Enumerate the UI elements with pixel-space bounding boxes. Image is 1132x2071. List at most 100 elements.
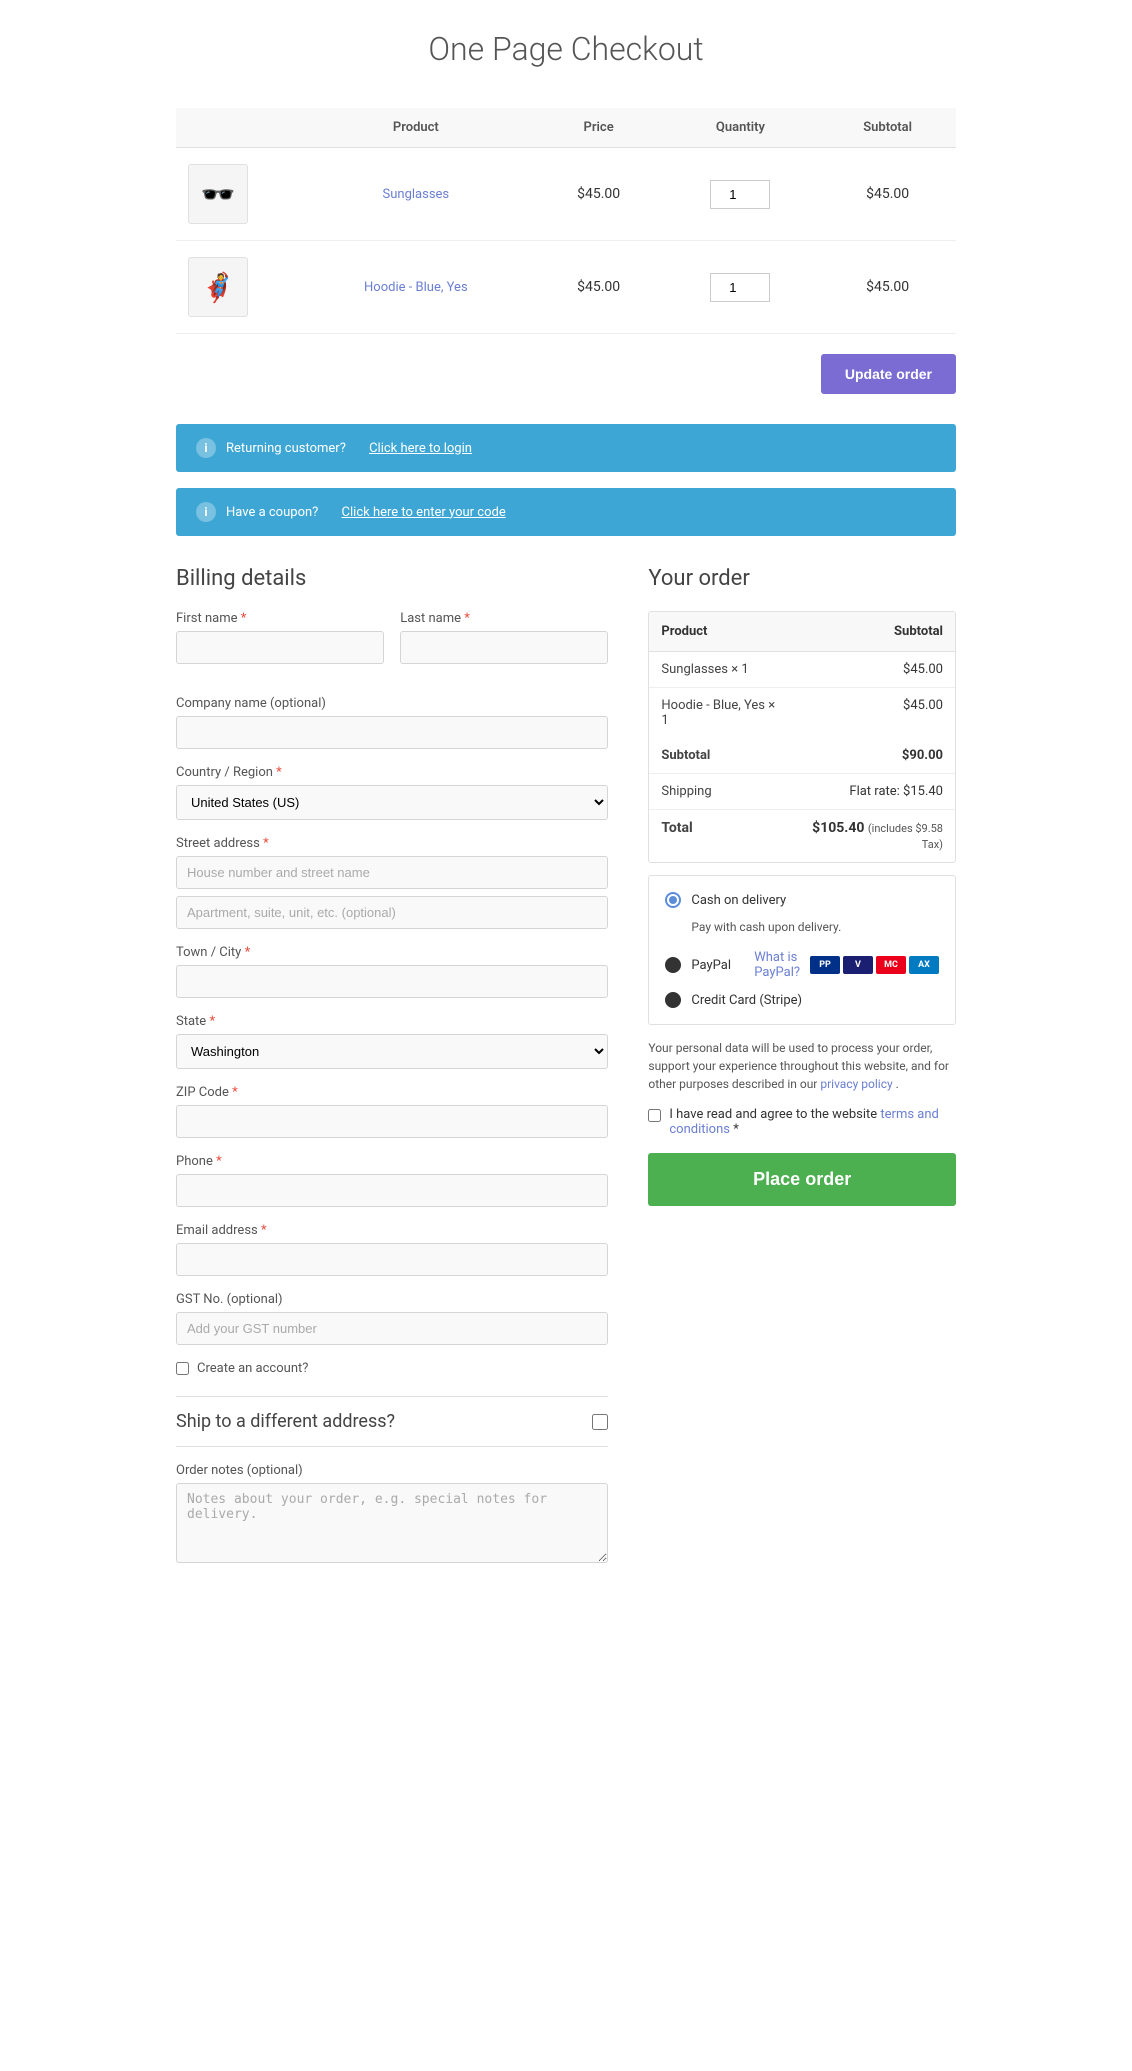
- order-item-subtotal: $45.00: [790, 652, 955, 688]
- terms-row: I have read and agree to the website ter…: [648, 1107, 956, 1137]
- email-label: Email address *: [176, 1223, 608, 1238]
- cart-item: 🦸 Hoodie - Blue, Yes $45.00 $45.00: [176, 241, 956, 334]
- info-icon-coupon: i: [196, 502, 216, 522]
- order-summary-table: Product Subtotal Sunglasses × 1 $45.00 H…: [649, 612, 955, 862]
- city-input[interactable]: [176, 965, 608, 998]
- country-group: Country / Region * United States (US)Can…: [176, 765, 608, 820]
- email-input[interactable]: [176, 1243, 608, 1276]
- subtotal-value: $90.00: [790, 738, 955, 774]
- col-header-quantity: Quantity: [662, 108, 820, 148]
- ship-section-title: Ship to a different address?: [176, 1411, 395, 1432]
- coupon-link[interactable]: Click here to enter your code: [342, 505, 506, 520]
- state-required: *: [209, 1014, 215, 1029]
- country-select[interactable]: United States (US)CanadaUnited KingdomAu…: [176, 785, 608, 820]
- returning-login-link[interactable]: Click here to login: [369, 441, 472, 456]
- place-order-button[interactable]: Place order: [648, 1153, 956, 1206]
- gst-input[interactable]: [176, 1312, 608, 1345]
- paypal-label: PayPal: [691, 958, 731, 973]
- col-header-product: Product: [296, 108, 536, 148]
- order-notes-label: Order notes (optional): [176, 1463, 608, 1478]
- order-item-name: Sunglasses × 1: [649, 652, 790, 688]
- shipping-label: Shipping: [649, 774, 790, 810]
- privacy-note: Your personal data will be used to proce…: [648, 1039, 956, 1093]
- create-account-row: Create an account?: [176, 1361, 608, 1376]
- phone-input[interactable]: [176, 1174, 608, 1207]
- last-name-input[interactable]: [400, 631, 608, 664]
- company-label: Company name (optional): [176, 696, 608, 711]
- first-name-required: *: [241, 611, 247, 626]
- paypal-icons: PP V MC AX: [810, 956, 939, 974]
- quantity-input[interactable]: [710, 180, 770, 209]
- paypal-icon-mc: MC: [876, 956, 906, 974]
- paypal-icon-pp: PP: [810, 956, 840, 974]
- zip-input[interactable]: [176, 1105, 608, 1138]
- product-image-cell: 🕶️: [188, 164, 284, 224]
- street-label: Street address *: [176, 836, 608, 851]
- last-name-label: Last name *: [400, 611, 608, 626]
- state-label: State *: [176, 1014, 608, 1029]
- company-input[interactable]: [176, 716, 608, 749]
- returning-text: Returning customer?: [226, 441, 346, 456]
- privacy-policy-link[interactable]: privacy policy: [820, 1077, 892, 1091]
- page-wrapper: One Page Checkout Product Price Quantity…: [156, 0, 976, 1643]
- page-title: One Page Checkout: [176, 30, 956, 68]
- total-value: $105.40 (includes $9.58 Tax): [790, 810, 955, 863]
- apartment-input[interactable]: [176, 896, 608, 929]
- product-price: $45.00: [536, 148, 662, 241]
- billing-column: Billing details First name * Last name *…: [176, 566, 608, 1583]
- zip-label: ZIP Code *: [176, 1085, 608, 1100]
- first-name-group: First name *: [176, 611, 384, 664]
- zip-group: ZIP Code *: [176, 1085, 608, 1138]
- gst-group: GST No. (optional): [176, 1292, 608, 1345]
- product-link[interactable]: Sunglasses: [383, 187, 450, 202]
- first-name-input[interactable]: [176, 631, 384, 664]
- order-col-subtotal: Subtotal: [790, 612, 955, 652]
- email-required: *: [261, 1223, 267, 1238]
- product-link[interactable]: Hoodie - Blue, Yes: [364, 280, 468, 295]
- returning-customer-banner: i Returning customer? Click here to logi…: [176, 424, 956, 472]
- update-btn-row: Update order: [176, 354, 956, 394]
- city-label: Town / City *: [176, 945, 608, 960]
- product-image-cell: 🦸: [188, 257, 284, 317]
- order-col-product: Product: [649, 612, 790, 652]
- order-item-subtotal: $45.00: [790, 688, 955, 739]
- zip-required: *: [232, 1085, 238, 1100]
- order-item: Sunglasses × 1 $45.00: [649, 652, 955, 688]
- cash-label: Cash on delivery: [691, 893, 786, 908]
- quantity-input[interactable]: [710, 273, 770, 302]
- subtotal-label: Subtotal: [649, 738, 790, 774]
- update-order-button[interactable]: Update order: [821, 354, 956, 394]
- order-notes-group: Order notes (optional): [176, 1463, 608, 1567]
- payment-section: Cash on delivery Pay with cash upon deli…: [648, 875, 956, 1025]
- company-group: Company name (optional): [176, 696, 608, 749]
- shipping-value: Flat rate: $15.40: [790, 774, 955, 810]
- cash-radio[interactable]: [665, 892, 681, 908]
- last-name-group: Last name *: [400, 611, 608, 664]
- info-icon-returning: i: [196, 438, 216, 458]
- create-account-checkbox[interactable]: [176, 1362, 189, 1375]
- cart-item: 🕶️ Sunglasses $45.00 $45.00: [176, 148, 956, 241]
- paypal-info-link[interactable]: What is PayPal?: [754, 950, 800, 980]
- last-name-required: *: [464, 611, 470, 626]
- gst-label: GST No. (optional): [176, 1292, 608, 1307]
- order-column: Your order Product Subtotal Sunglasses ×…: [648, 566, 956, 1583]
- city-required: *: [245, 945, 251, 960]
- street-group: Street address *: [176, 836, 608, 929]
- paypal-icon-visa: V: [843, 956, 873, 974]
- paypal-radio[interactable]: [665, 957, 681, 973]
- coupon-text: Have a coupon?: [226, 505, 318, 520]
- credit-radio[interactable]: [665, 992, 681, 1008]
- phone-group: Phone *: [176, 1154, 608, 1207]
- order-notes-input[interactable]: [176, 1483, 608, 1563]
- terms-text: I have read and agree to the website ter…: [669, 1107, 956, 1137]
- order-item: Hoodie - Blue, Yes × 1 $45.00: [649, 688, 955, 739]
- product-subtotal: $45.00: [819, 148, 956, 241]
- street-required: *: [263, 836, 269, 851]
- col-header-empty: [176, 108, 296, 148]
- street-input[interactable]: [176, 856, 608, 889]
- terms-checkbox[interactable]: [648, 1109, 661, 1122]
- ship-different-checkbox[interactable]: [592, 1414, 608, 1430]
- cash-on-delivery-option: Cash on delivery: [665, 892, 939, 908]
- first-name-label: First name *: [176, 611, 384, 626]
- state-select[interactable]: AlabamaAlaskaArizonaArkansasCaliforniaCo…: [176, 1034, 608, 1069]
